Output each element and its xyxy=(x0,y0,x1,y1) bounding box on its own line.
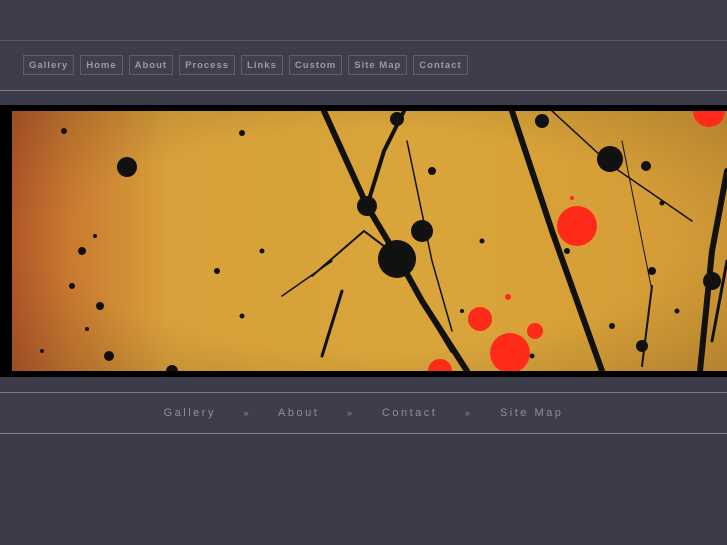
footer-nav: Gallery » About » Contact » Site Map xyxy=(0,407,727,419)
hero-banner xyxy=(0,105,727,377)
nav-custom-button[interactable]: Custom xyxy=(288,55,343,75)
nav-site-map-button[interactable]: Site Map xyxy=(348,55,408,75)
abstract-painting-image xyxy=(12,111,727,371)
nav-contact-button[interactable]: Contact xyxy=(413,55,468,75)
footer-about-link[interactable]: About xyxy=(278,407,319,419)
nav-home-button[interactable]: Home xyxy=(80,55,123,75)
footer-gallery-link[interactable]: Gallery xyxy=(164,407,216,419)
nav-about-button[interactable]: About xyxy=(128,55,174,75)
main-nav: Gallery Home About Process Links Custom … xyxy=(23,55,468,75)
footer-separator: » xyxy=(346,408,355,418)
nav-links-button[interactable]: Links xyxy=(241,55,283,75)
footer-navigation-bar: Gallery » About » Contact » Site Map xyxy=(0,392,727,434)
main-navigation-bar: Gallery Home About Process Links Custom … xyxy=(0,41,727,91)
top-bar xyxy=(0,0,727,41)
nav-gallery-button[interactable]: Gallery xyxy=(23,55,75,75)
nav-process-button[interactable]: Process xyxy=(179,55,236,75)
footer-site-map-link[interactable]: Site Map xyxy=(500,407,563,419)
footer-separator: » xyxy=(243,408,252,418)
footer-separator: » xyxy=(464,408,473,418)
footer-contact-link[interactable]: Contact xyxy=(382,407,437,419)
